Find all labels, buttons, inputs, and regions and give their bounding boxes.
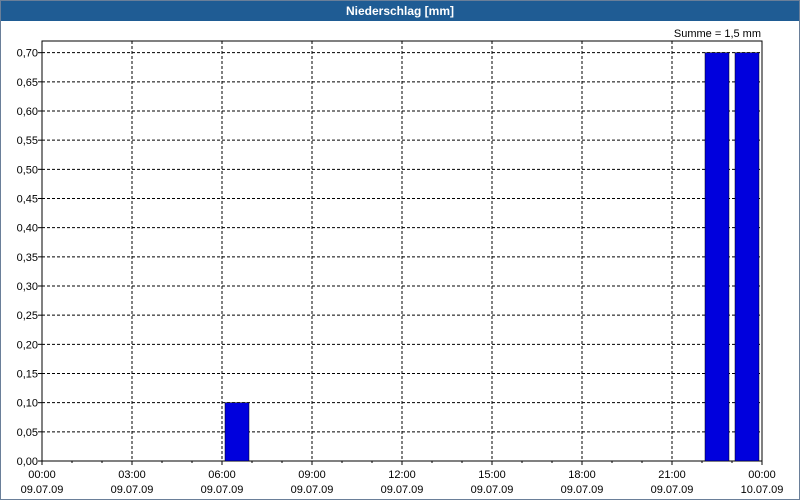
x-tick-date: 09.07.09: [111, 484, 154, 496]
x-tick-time: 09:00: [298, 469, 326, 481]
y-tick-label: 0,55: [17, 135, 38, 147]
x-tick-date: 09.07.09: [201, 484, 244, 496]
x-tick-date: 09.07.09: [651, 484, 694, 496]
y-tick-label: 0,25: [17, 310, 38, 322]
x-axis-ticks: 00:00 09.07.09 03:00 09.07.09 06:00 09.07.09 0…: [21, 461, 784, 496]
y-axis-ticks: 0,00 0,05 0,10 0,15 0,20 0,25 0,30 0,35 0,40 0,45…: [17, 48, 42, 468]
x-tick-date: 09.07.09: [21, 484, 64, 496]
y-tick-label: 0,30: [17, 281, 38, 293]
y-tick-label: 0,10: [17, 398, 38, 410]
precipitation-bar: [734, 52, 760, 462]
x-tick-date: 10.07.09: [741, 484, 784, 496]
x-tick-time: 15:00: [478, 469, 506, 481]
x-tick-time: 00:00: [28, 469, 56, 481]
x-tick-time: 00:00: [748, 469, 776, 481]
x-tick-time: 06:00: [208, 469, 236, 481]
x-tick-time: 18:00: [568, 469, 596, 481]
precipitation-chart: 0,00 0,05 0,10 0,15 0,20 0,25 0,30 0,35 0,40 0,45…: [17, 28, 784, 496]
precipitation-bar: [704, 52, 730, 462]
y-tick-label: 0,20: [17, 339, 38, 351]
x-tick-date: 09.07.09: [381, 484, 424, 496]
x-tick-date: 09.07.09: [291, 484, 334, 496]
y-tick-label: 0,40: [17, 223, 38, 235]
x-tick-time: 21:00: [658, 469, 686, 481]
y-tick-label: 0,35: [17, 252, 38, 264]
x-tick-date: 09.07.09: [471, 484, 514, 496]
x-tick-date: 09.07.09: [561, 484, 604, 496]
y-tick-label: 0,50: [17, 164, 38, 176]
y-tick-label: 0,60: [17, 106, 38, 118]
sum-annotation: Summe = 1,5 mm: [674, 28, 761, 40]
y-tick-label: 0,05: [17, 427, 38, 439]
y-tick-label: 0,70: [17, 48, 38, 60]
precipitation-bar: [224, 402, 250, 462]
y-tick-label: 0,45: [17, 194, 38, 206]
y-tick-label: 0,00: [17, 456, 38, 468]
y-tick-label: 0,65: [17, 77, 38, 89]
x-tick-time: 12:00: [388, 469, 416, 481]
y-tick-label: 0,15: [17, 369, 38, 381]
x-tick-time: 03:00: [118, 469, 146, 481]
